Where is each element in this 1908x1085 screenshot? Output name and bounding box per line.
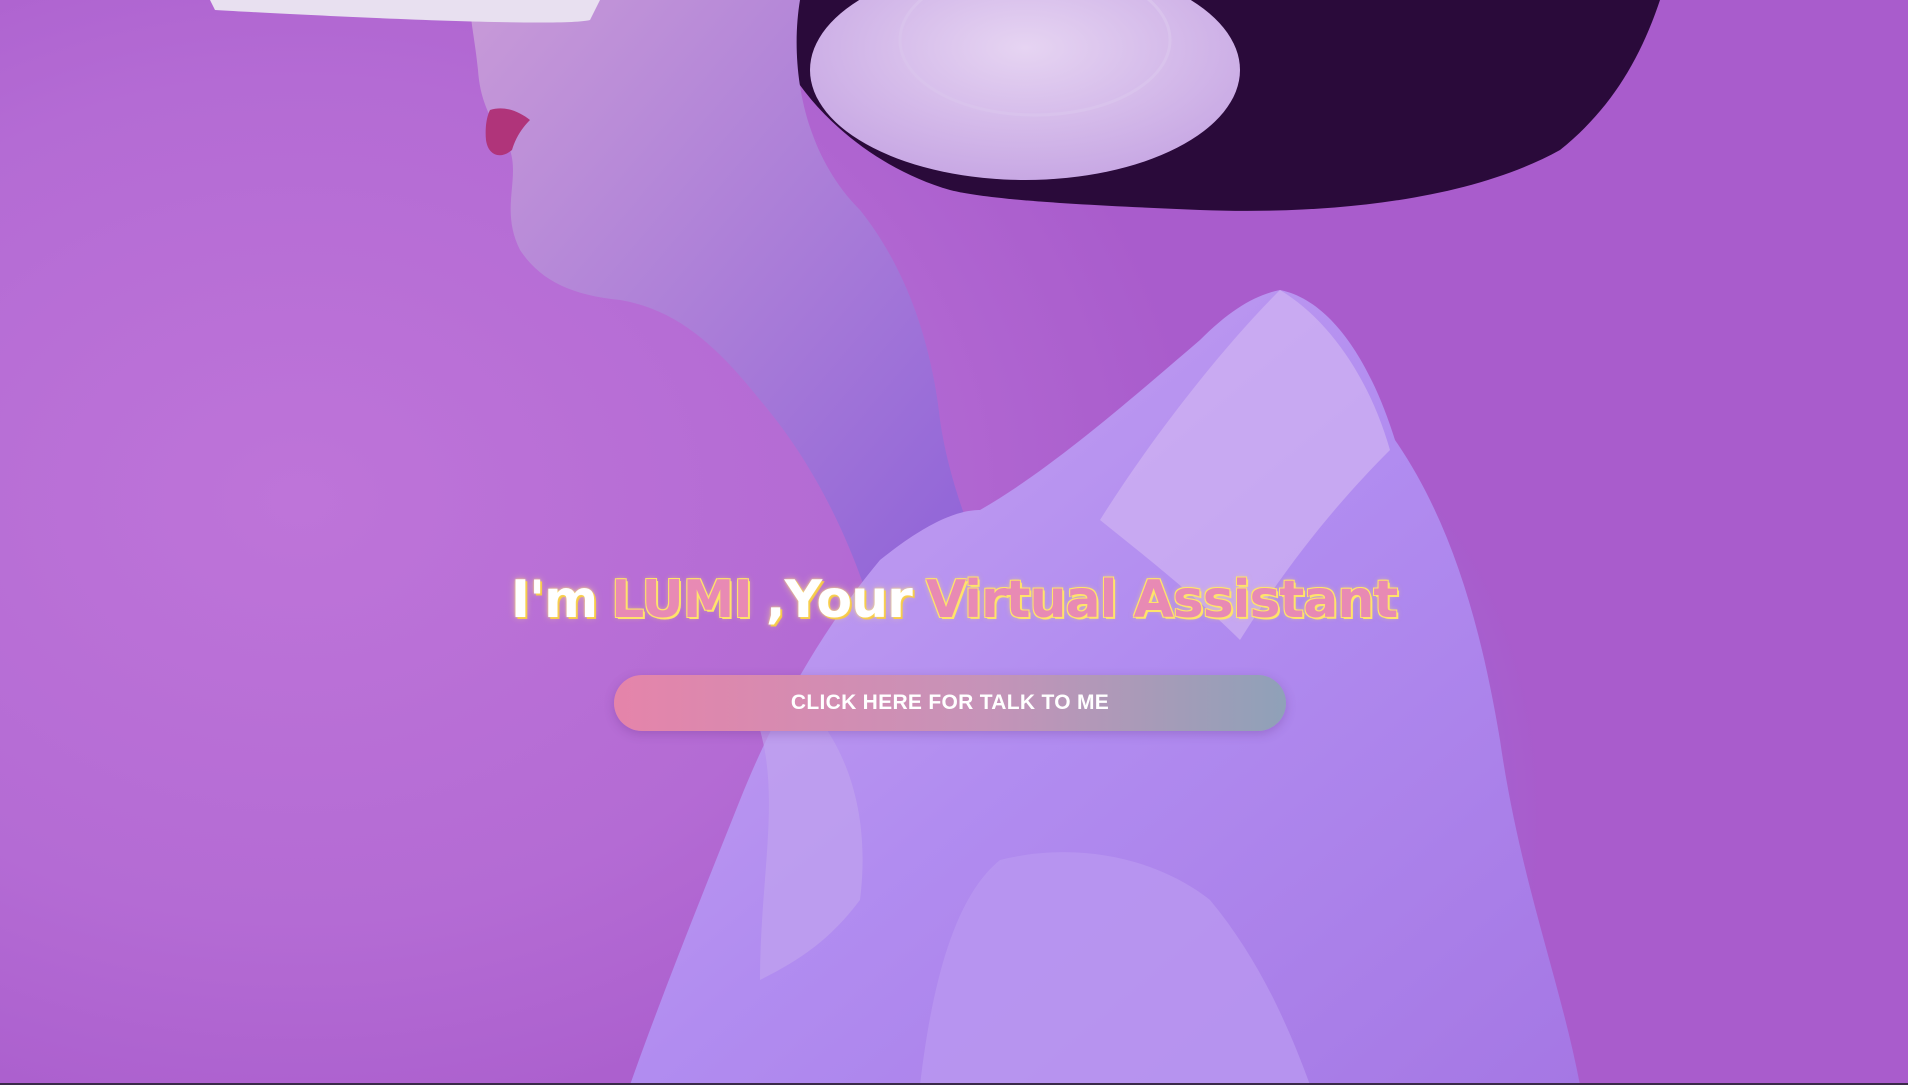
hero-background bbox=[0, 0, 1908, 1085]
headline-middle: ,Your bbox=[765, 569, 913, 630]
talk-to-me-button[interactable]: CLICK HERE FOR TALK TO ME bbox=[614, 675, 1286, 731]
vr-headset-shape bbox=[210, 0, 600, 23]
hero-headline: I'm LUMI ,Your Virtual Assistant bbox=[0, 570, 1908, 630]
headline-suffix: Virtual Assistant bbox=[925, 569, 1398, 630]
assistant-name: LUMI bbox=[611, 569, 753, 630]
hero-figure-illustration bbox=[210, 0, 1660, 1085]
headline-prefix: I'm bbox=[510, 569, 598, 630]
